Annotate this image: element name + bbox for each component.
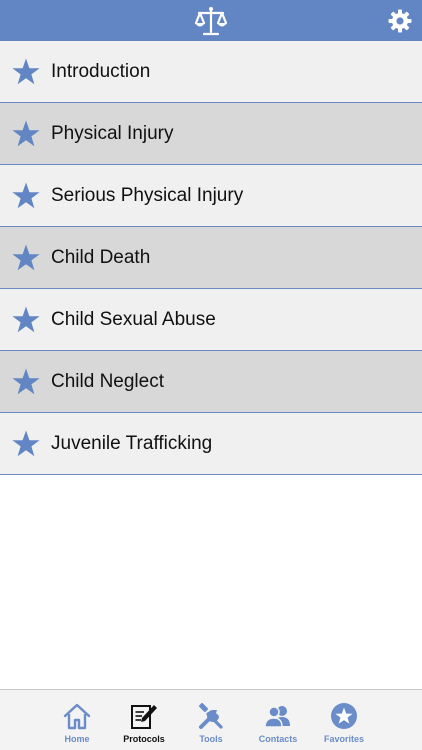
list-item-serious-physical-injury[interactable]: Serious Physical Injury: [0, 165, 422, 227]
list-item-label: Child Death: [51, 246, 151, 268]
list-item-child-sexual-abuse[interactable]: Child Sexual Abuse: [0, 289, 422, 351]
star-icon: [12, 182, 40, 208]
tab-bar: Home Protocols Tools Contacts Favorites: [0, 689, 422, 750]
tab-protocols[interactable]: Protocols: [111, 690, 177, 750]
list-item-label: Physical Injury: [51, 122, 174, 144]
contacts-icon: [264, 706, 290, 728]
tab-home[interactable]: Home: [44, 690, 110, 750]
list-item-child-death[interactable]: Child Death: [0, 227, 422, 289]
home-icon: [63, 703, 91, 730]
header-bar: [0, 0, 422, 41]
tab-label: Favorites: [323, 734, 365, 744]
star-icon: [12, 120, 40, 146]
list-item-label: Serious Physical Injury: [51, 184, 244, 206]
star-icon: [12, 306, 40, 332]
list-item-label: Introduction: [51, 60, 151, 82]
list-item-label: Child Sexual Abuse: [51, 308, 216, 330]
list-item-label: Juvenile Trafficking: [51, 432, 213, 454]
tab-tools[interactable]: Tools: [178, 690, 244, 750]
gear-icon[interactable]: [388, 9, 412, 33]
list-item-label: Child Neglect: [51, 370, 164, 392]
list-item-physical-injury[interactable]: Physical Injury: [0, 103, 422, 165]
tools-icon: [198, 702, 223, 729]
list-item-child-neglect[interactable]: Child Neglect: [0, 351, 422, 413]
tab-contacts[interactable]: Contacts: [245, 690, 311, 750]
star-icon: [12, 368, 40, 394]
favorites-star-icon: [331, 703, 357, 729]
tab-label: Contacts: [258, 734, 298, 744]
star-icon: [12, 244, 40, 270]
tab-favorites[interactable]: Favorites: [311, 690, 377, 750]
list-item-juvenile-trafficking[interactable]: Juvenile Trafficking: [0, 413, 422, 475]
scales-of-justice-icon: [194, 6, 228, 36]
list-item-introduction[interactable]: Introduction: [0, 41, 422, 103]
tab-label: Tools: [199, 734, 223, 744]
star-icon: [12, 58, 40, 84]
protocol-list: Introduction Physical Injury Serious Phy…: [0, 41, 422, 475]
document-pencil-icon: [131, 705, 157, 729]
tab-label: Home: [64, 734, 90, 744]
star-icon: [12, 430, 40, 456]
tab-label: Protocols: [123, 734, 165, 744]
